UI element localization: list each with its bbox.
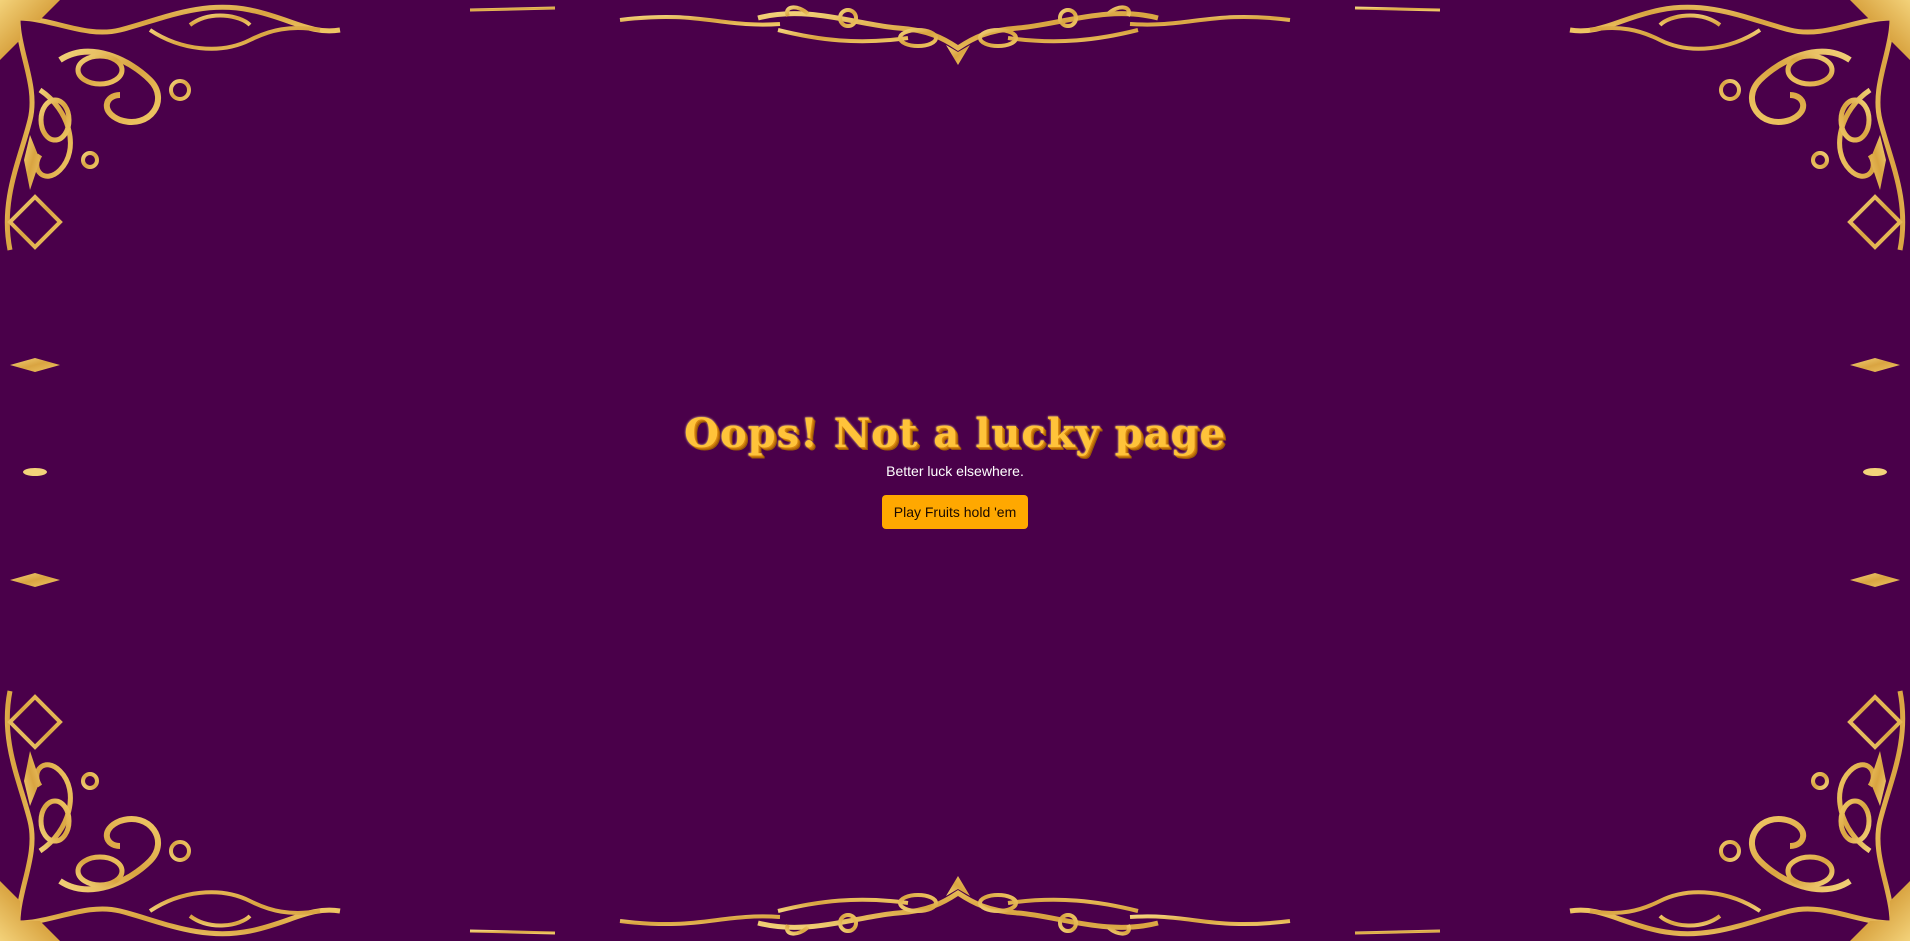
error-headline: Oops! Not a lucky page xyxy=(684,410,1226,457)
error-content: Oops! Not a lucky page Better luck elsew… xyxy=(0,408,1910,529)
error-page: Oops! Not a lucky page Better luck elsew… xyxy=(0,0,1910,941)
error-subtext: Better luck elsewhere. xyxy=(886,463,1024,479)
play-game-button[interactable]: Play Fruits hold 'em xyxy=(881,495,1029,529)
